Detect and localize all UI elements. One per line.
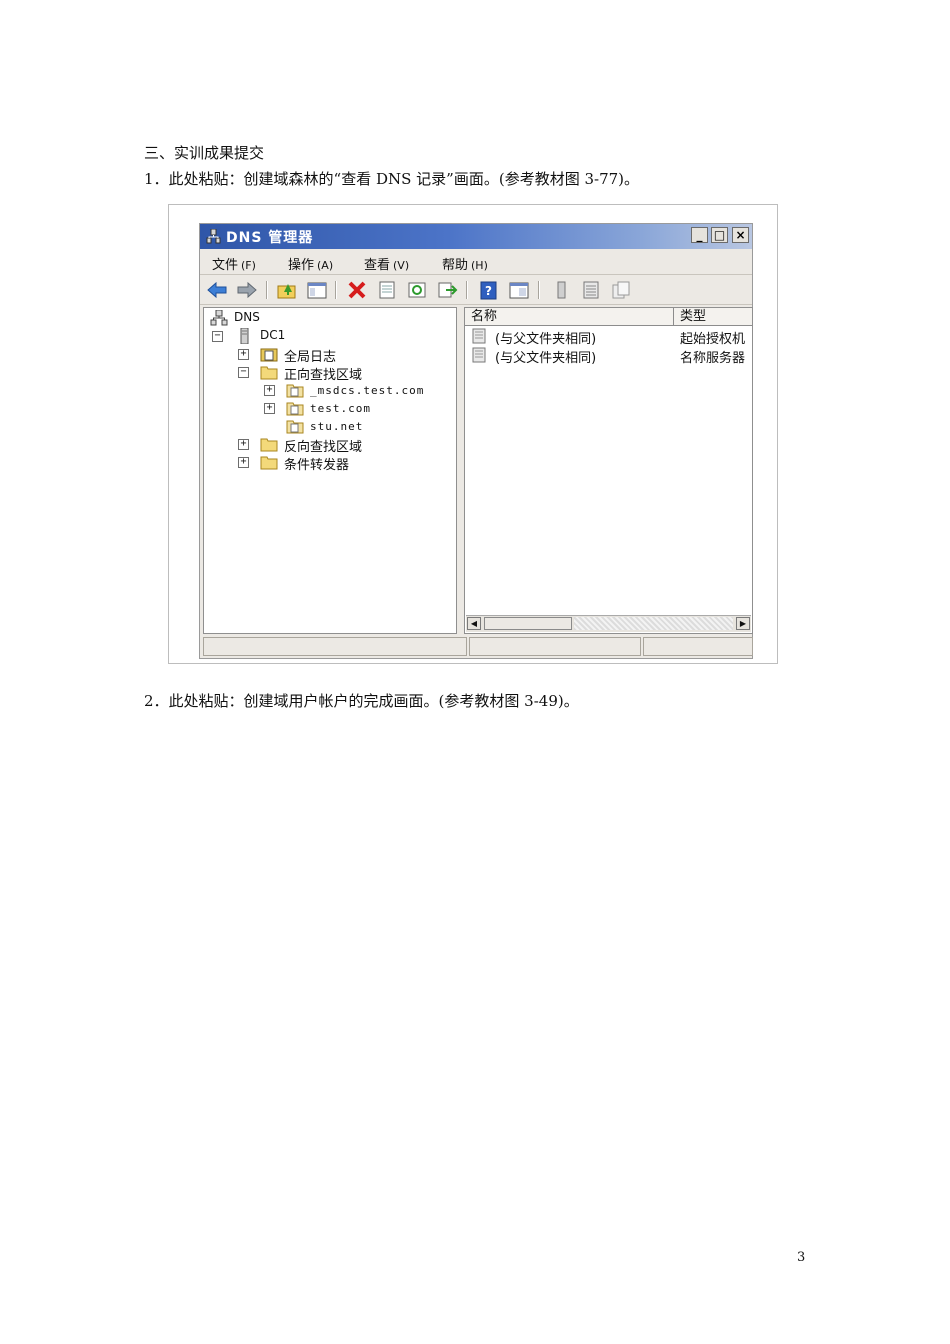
server-icon[interactable] [550, 280, 572, 300]
tree-label-dns: DNS [234, 310, 260, 324]
properties-icon[interactable] [376, 280, 398, 300]
status-panel [469, 637, 641, 656]
minimize-button[interactable]: _ [691, 227, 708, 243]
toolbar-separator [266, 281, 268, 299]
instruction-item-1: 1．此处粘贴：创建域森林的“查看 DNS 记录”画面。(参考教材图 3-77)。 [144, 170, 640, 188]
expand-toggle-icon[interactable]: + [264, 403, 275, 414]
menu-file-accel: (F) [241, 259, 256, 272]
menu-action[interactable]: 操作 (A) [288, 254, 333, 273]
back-arrow-icon[interactable] [206, 280, 228, 300]
menu-help[interactable]: 帮助 (H) [442, 254, 488, 273]
menu-file-label: 文件 [212, 258, 239, 273]
section-heading: 三、实训成果提交 [144, 144, 265, 162]
menu-file[interactable]: 文件 (F) [212, 254, 256, 273]
scroll-right-icon[interactable]: ▶ [736, 617, 750, 630]
status-panel [643, 637, 753, 656]
tree-label-forward-zones: 正向查找区域 [284, 368, 363, 383]
menu-help-label: 帮助 [442, 258, 469, 273]
copy-icon[interactable] [610, 280, 632, 300]
status-panel [203, 637, 467, 656]
expand-toggle-icon[interactable]: + [238, 457, 249, 468]
column-header-name[interactable]: 名称 [465, 308, 674, 326]
column-header-type[interactable]: 类型 [674, 308, 752, 326]
up-folder-icon[interactable] [276, 280, 298, 300]
toolbar-separator [466, 281, 468, 299]
page-number: 3 [797, 1250, 806, 1265]
record-icon [472, 347, 486, 363]
forward-arrow-icon[interactable] [236, 280, 258, 300]
maximize-button[interactable]: □ [711, 227, 728, 243]
menu-view[interactable]: 查看 (V) [364, 254, 409, 273]
delete-icon[interactable] [346, 280, 368, 300]
record-icon [472, 328, 486, 344]
tree-label-conditional-forwarders: 条件转发器 [284, 458, 350, 473]
folder-icon [260, 438, 278, 452]
dns-app-icon [206, 229, 221, 244]
console-icon[interactable] [508, 280, 530, 300]
zone-icon [286, 384, 304, 398]
zone-icon [286, 402, 304, 416]
collapse-toggle-icon[interactable]: − [238, 367, 249, 378]
refresh-icon[interactable] [406, 280, 428, 300]
menu-bar: 文件 (F) 操作 (A) 查看 (V) 帮助 (H) [200, 250, 752, 275]
tree-label-dc1: DC1 [260, 328, 286, 342]
tree-label-zone-stu: stu.net [310, 420, 364, 433]
server-icon [240, 328, 249, 344]
scrollbar-track[interactable] [574, 617, 733, 630]
export-list-icon[interactable] [436, 280, 458, 300]
instruction-item-2: 2．此处粘贴：创建域用户帐户的完成画面。(参考教材图 3-49)。 [144, 692, 579, 710]
show-hide-tree-icon[interactable] [306, 280, 328, 300]
dns-root-icon [210, 310, 228, 326]
expand-toggle-icon[interactable]: + [264, 385, 275, 396]
folder-icon [260, 456, 278, 470]
record-name: (与父文件夹相同) [495, 332, 597, 347]
log-folder-icon [260, 348, 278, 362]
horizontal-scrollbar[interactable]: ◀ ▶ [466, 615, 751, 632]
tree-label-reverse-zones: 反向查找区域 [284, 440, 363, 455]
dns-manager-window: DNS 管理器 _ □ × 文件 (F) 操作 (A) 查看 (V) 帮助 (H) ? [199, 223, 753, 659]
console-tree-pane[interactable]: DNS − DC1 + 全局日志 − 正向查找区域 + _msdcs.test.… [203, 307, 457, 634]
toolbar: ? [200, 275, 752, 305]
tree-label-global-log: 全局日志 [284, 350, 337, 365]
menu-action-accel: (A) [317, 259, 334, 272]
toolbar-separator [335, 281, 337, 299]
window-title: DNS 管理器 [226, 230, 314, 246]
close-button[interactable]: × [732, 227, 749, 243]
title-bar[interactable]: DNS 管理器 _ □ × [200, 224, 752, 249]
tree-label-zone-msdcs: _msdcs.test.com [310, 384, 425, 397]
svg-text:?: ? [485, 284, 492, 298]
menu-action-label: 操作 [288, 258, 315, 273]
toolbar-separator [538, 281, 540, 299]
menu-view-label: 查看 [364, 258, 391, 273]
record-type: 起始授权机 [680, 332, 746, 347]
status-bar [203, 637, 753, 657]
zone-icon [286, 420, 304, 434]
tree-label-zone-test: test.com [310, 402, 371, 415]
expand-toggle-icon[interactable]: + [238, 439, 249, 450]
collapse-toggle-icon[interactable]: − [212, 331, 223, 342]
menu-view-accel: (V) [393, 259, 410, 272]
scrollbar-thumb[interactable] [484, 617, 572, 630]
help-icon[interactable]: ? [478, 280, 500, 300]
results-list-pane[interactable]: 名称 类型 (与父文件夹相同) 起始授权机 (与父文件夹相同) 名称服务器 ◀ … [464, 307, 753, 634]
menu-help-accel: (H) [471, 259, 488, 272]
list-icon[interactable] [580, 280, 602, 300]
folder-icon [260, 366, 278, 380]
record-type: 名称服务器 [680, 351, 746, 366]
record-name: (与父文件夹相同) [495, 351, 597, 366]
expand-toggle-icon[interactable]: + [238, 349, 249, 360]
screenshot-figure: DNS 管理器 _ □ × 文件 (F) 操作 (A) 查看 (V) 帮助 (H) ? [168, 204, 778, 664]
scroll-left-icon[interactable]: ◀ [467, 617, 481, 630]
